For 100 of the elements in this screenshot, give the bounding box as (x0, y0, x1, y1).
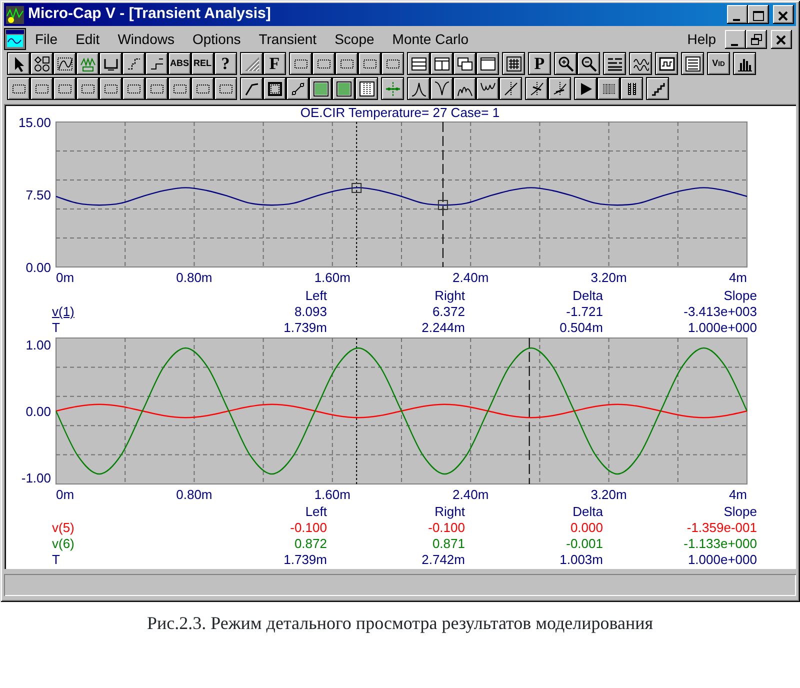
table-cell-text: -0.001 (565, 536, 603, 552)
toolbar-button[interactable]: REL (191, 52, 214, 75)
step-button[interactable] (122, 52, 145, 75)
dotted-box-button[interactable] (7, 77, 30, 100)
menu-item[interactable]: Transient (250, 28, 326, 50)
menu-item[interactable]: Edit (66, 28, 109, 50)
step-icon (126, 56, 142, 72)
restore-button[interactable] (746, 30, 767, 48)
dotted-box-button[interactable] (358, 52, 381, 75)
zoom-in-button[interactable] (554, 52, 577, 75)
menu-item[interactable]: Help (678, 28, 725, 50)
hatch-button[interactable] (240, 52, 263, 75)
trace-name[interactable]: T (52, 552, 60, 568)
document-icon[interactable] (4, 28, 26, 50)
cursor-slope-button[interactable] (525, 77, 548, 100)
wave-button[interactable] (476, 77, 499, 100)
layout-icon (410, 56, 426, 72)
dotted-box-button[interactable] (191, 77, 214, 100)
axis-label: 1.60m (314, 487, 350, 502)
cursor-line[interactable] (528, 338, 530, 484)
cascade-button[interactable] (453, 52, 476, 75)
column-header: Delta (572, 504, 603, 520)
dotted-box-button[interactable] (289, 52, 312, 75)
toolbar-button[interactable]: P (528, 52, 551, 75)
close-button[interactable] (771, 30, 792, 48)
menu-item[interactable]: Scope (326, 28, 384, 50)
bar-chart-button[interactable] (733, 52, 756, 75)
grid-button[interactable] (502, 52, 525, 75)
vertical-grid-button[interactable] (309, 77, 332, 100)
line-button[interactable] (286, 77, 309, 100)
trace-name[interactable]: v(5) (52, 520, 74, 536)
axis-label: 3.20m (590, 487, 627, 502)
minimize-button[interactable] (727, 5, 748, 24)
dotted-box-button[interactable] (76, 77, 99, 100)
table-cell-text: 0.872 (293, 536, 327, 552)
grid-button[interactable] (355, 77, 378, 100)
frame-button[interactable] (263, 77, 286, 100)
dotted-box-button[interactable] (53, 77, 76, 100)
toolbar-button[interactable]: V$_{ID}$ (707, 52, 730, 75)
menu-item[interactable]: Options (183, 28, 250, 50)
list-button[interactable] (603, 52, 626, 75)
axis-label: 15.00 (18, 115, 51, 130)
wave-button[interactable] (453, 77, 476, 100)
axis-label: 0.80m (176, 270, 212, 285)
menu-item[interactable]: Monte Carlo (383, 28, 478, 50)
scope-button[interactable] (655, 52, 678, 75)
slope-button[interactable] (499, 77, 522, 100)
sine-button[interactable] (629, 52, 652, 75)
dotted-box-button[interactable] (335, 52, 358, 75)
curve-button[interactable] (53, 52, 76, 75)
menu-item[interactable]: File (26, 28, 67, 50)
cursor-line[interactable] (356, 122, 358, 268)
dotted-box-button[interactable] (145, 77, 168, 100)
axis-label: 1.00 (26, 338, 51, 353)
dotted-box-button[interactable] (381, 52, 404, 75)
dotted-box-button[interactable] (168, 77, 191, 100)
axis-label: 0.00 (26, 260, 51, 275)
minimize-button[interactable] (725, 30, 746, 48)
dotted-box-button[interactable] (214, 77, 237, 100)
line-button[interactable] (240, 77, 263, 100)
shapes-button[interactable] (30, 52, 53, 75)
layout-button[interactable] (430, 52, 453, 75)
cursor-line[interactable] (356, 338, 358, 484)
waveform-icon (80, 56, 96, 72)
axis-label: 1.60m (314, 270, 350, 285)
table-cell-text: 1.739m (282, 320, 327, 336)
stairs-button[interactable] (646, 77, 669, 100)
trace-name[interactable]: T (52, 320, 60, 336)
zoom-out-button[interactable] (577, 52, 600, 75)
peak-button[interactable] (407, 77, 430, 100)
dotted-box-button[interactable] (122, 77, 145, 100)
table-button[interactable] (681, 52, 704, 75)
horizontal-grid-button[interactable] (332, 77, 355, 100)
trace-name[interactable]: v(6) (52, 536, 74, 552)
cursor-button[interactable] (381, 77, 404, 100)
valley-button[interactable] (430, 77, 453, 100)
close-button[interactable] (773, 5, 794, 24)
trace-name[interactable]: v(1) (52, 304, 74, 320)
toolbar-button[interactable]: F (263, 52, 286, 75)
dotted-box-button[interactable] (99, 77, 122, 100)
waveform-button[interactable] (76, 52, 99, 75)
window-button[interactable] (476, 52, 499, 75)
toolbar-button[interactable]: ABS (168, 52, 191, 75)
dotted-bars-button[interactable] (620, 77, 643, 100)
cursor-line[interactable] (442, 122, 444, 268)
play-button[interactable] (574, 77, 597, 100)
pointer-button[interactable] (7, 52, 30, 75)
dotted-box-button[interactable] (312, 52, 335, 75)
step-button[interactable] (145, 52, 168, 75)
bracket-button[interactable] (99, 52, 122, 75)
layout-icon (434, 56, 450, 72)
maximize-button[interactable] (748, 5, 769, 24)
toolbar-button[interactable]: ? (214, 52, 237, 75)
dotted-box-button[interactable] (30, 77, 53, 100)
table-cell-text: 2.244m (420, 320, 465, 336)
zoom-in-icon (558, 56, 574, 72)
cursor-slope-button[interactable] (548, 77, 571, 100)
menu-item[interactable]: Windows (108, 28, 184, 50)
layout-button[interactable] (407, 52, 430, 75)
checker-button[interactable] (597, 77, 620, 100)
